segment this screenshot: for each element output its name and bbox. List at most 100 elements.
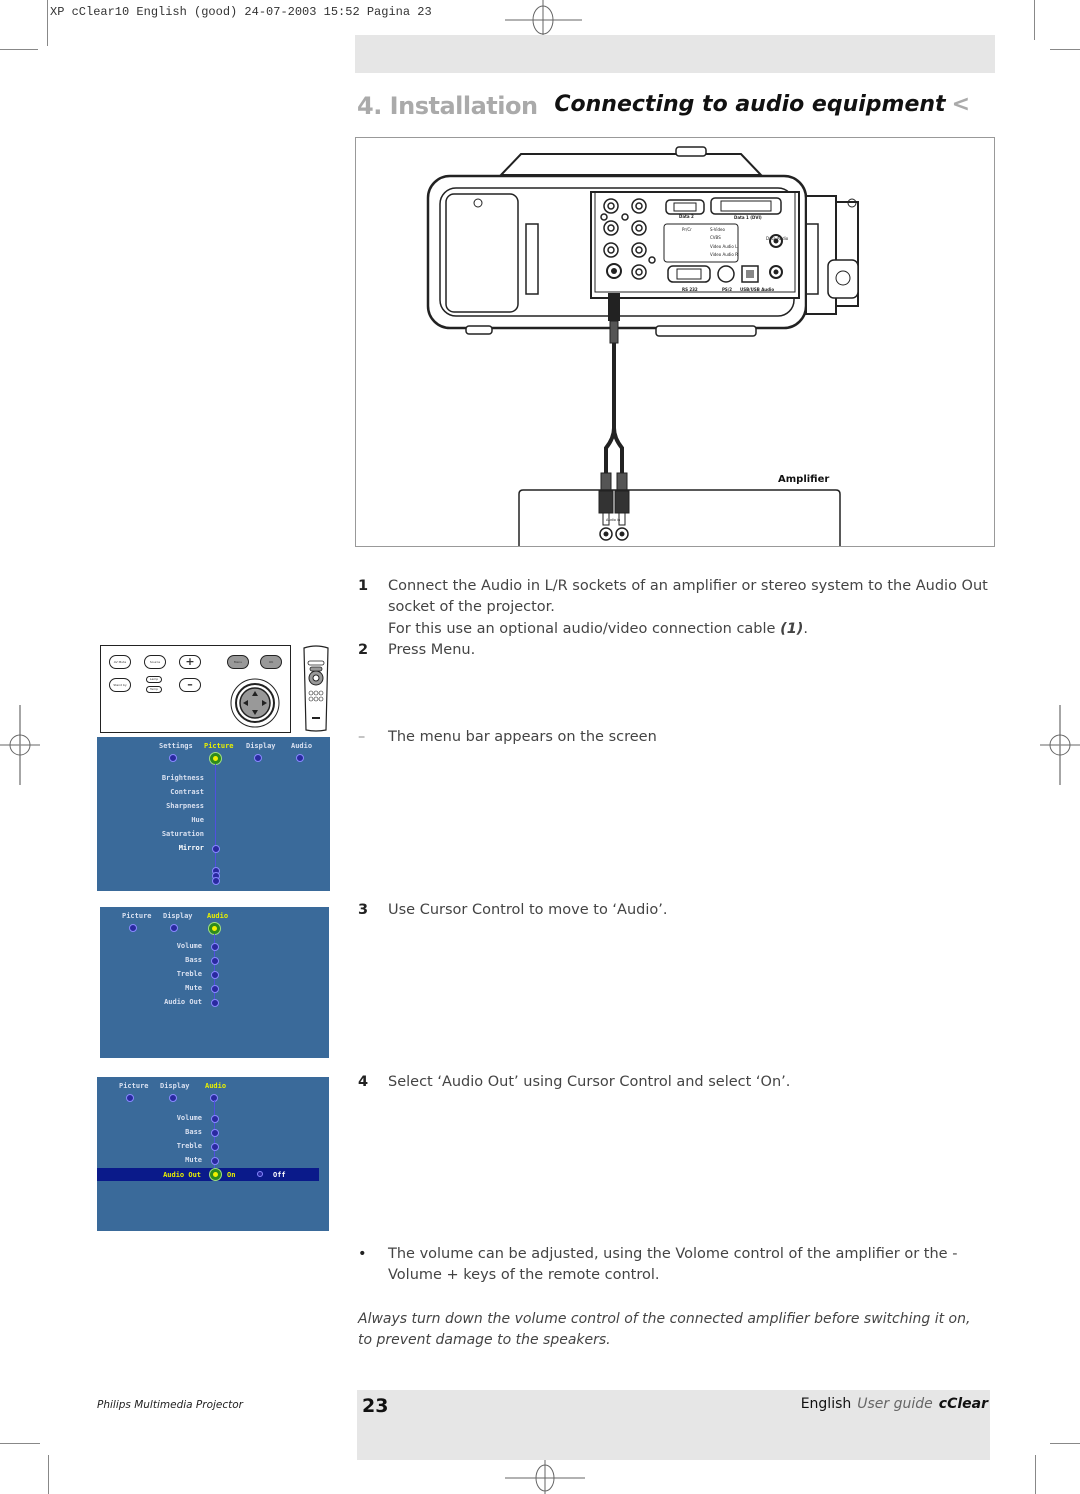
standby-button: Stand by [109,678,131,692]
osd-selected-item: Audio Out [163,1171,201,1179]
page-number: 23 [362,1395,389,1417]
step-2-result: – The menu bar appears on the screen [358,727,993,748]
bullet: • [358,1246,367,1262]
step-1: 1 Connect the Audio in L/R sockets of an… [358,576,993,618]
osd-scroll-dot [212,877,220,885]
menu-button: Menu [227,655,249,669]
label-video-audio-l: Video Audio L [710,244,738,249]
osd-item-dot [211,985,219,993]
remote-control-icon [303,645,329,732]
plus-button: + [179,655,201,669]
osd-item: Treble [176,970,202,978]
osd-menu-audio-out: Picture Display Audio Volume Bass Treble… [97,1077,329,1231]
projector-amplifier-illustration [426,146,859,546]
osd-tab-picture: Picture [204,742,234,750]
osd-item-dot [211,1157,219,1165]
osd-highlight-row: Audio Out On Off [97,1168,319,1181]
osd-item: Audio Out [164,998,202,1006]
osd-option-off: Off [273,1171,286,1179]
osd-option-dot [257,1171,263,1177]
step-dash: – [358,729,366,745]
source-button: Source [144,655,166,669]
amplifier-label: Amplifier [778,474,830,485]
osd-item-dot [211,1143,219,1151]
minus-button: – [179,678,201,692]
step-number: 2 [358,642,369,658]
step-text: The volume can be adjusted, using the Vo… [388,1246,958,1283]
cable-reference: (1) [780,621,804,637]
step-3: 3 Use Cursor Control to move to ‘Audio’. [358,900,993,921]
crop-mark [1034,0,1035,40]
volume-tip: • The volume can be adjusted, using the … [358,1244,978,1286]
step-text: Press Menu. [388,642,476,658]
osd-item-list: Volume Bass Treble Mute [97,1114,202,1170]
step-4: 4 Select ‘Audio Out’ using Cursor Contro… [358,1072,993,1093]
osd-menu-picture: Settings Picture Display Audio Brightnes… [97,737,330,891]
osd-tab-dot [169,1094,177,1102]
osd-item: Brightness [161,774,204,782]
crop-mark [48,1455,49,1494]
osd-item: Bass [185,956,202,964]
footer-guide-title: English User guide cClear [801,1396,988,1412]
warning-note: Always turn down the volume control of t… [358,1311,971,1348]
label-pr-cr: Pr/Cr [682,227,692,232]
label-s-video: S-Video [710,227,725,232]
page-title: Connecting to audio equipment < [554,92,970,117]
step-text: Use Cursor Control to move to ‘Audio’. [388,902,668,918]
osd-item-list: Brightness Contrast Sharpness Hue Satura… [97,774,204,854]
footer-language: English [800,1396,852,1412]
osd-item: Mute [185,1156,202,1164]
step-text: Select ‘Audio Out’ using Cursor Control … [388,1074,791,1090]
osd-item-dot [211,943,219,951]
osd-item-dot [211,1115,219,1123]
section-title: 4. Installation [357,92,538,120]
osd-tab-dot [254,754,262,762]
step-1-note: For this use an optional audio/video con… [358,619,993,640]
osd-item: Hue [191,816,204,824]
osd-tab-display: Display [246,742,276,750]
osd-item-dot [211,971,219,979]
cursor-control-icon [230,678,280,728]
crop-mark [1035,1455,1036,1494]
osd-tab-dot [170,924,178,932]
osd-tab-dot [169,754,177,762]
osd-item-list: Volume Bass Treble Mute Audio Out [100,942,202,1012]
label-ps2: PS/2 [722,287,733,292]
step-text: The menu bar appears on the screen [388,729,657,745]
osd-item: Mirror [178,844,204,852]
osd-tab-audio: Audio [205,1082,227,1090]
osd-item-dot [211,999,219,1007]
title-marker: < [951,92,970,117]
osd-tab-audio: Audio [291,742,313,750]
osd-vertical-line [215,764,216,877]
footer-brand: cClear [938,1396,988,1412]
step-note-text: For this use an optional audio/video con… [388,621,776,637]
osd-item-dot [211,957,219,965]
osd-item: Volume [176,942,202,950]
label-data2: Data 2 [679,214,694,219]
step-text: For this use an optional audio/video con… [388,619,993,640]
temp-indicator: Temp [146,686,162,693]
osd-selected-indicator-icon [209,1168,222,1181]
lamp-indicator: Lamp [146,676,162,683]
registration-mark-icon [505,1460,585,1494]
print-slug: XP cClear10 English (good) 24-07-2003 15… [50,5,432,19]
osd-menu-audio: Picture Display Audio Volume Bass Treble… [100,907,329,1058]
amplifier-input-label: Audio in [606,518,621,522]
osd-tab-settings: Settings [159,742,193,750]
header-bar [355,35,995,73]
osd-item: Contrast [170,788,204,796]
osd-tab-dot [126,1094,134,1102]
av-mute-button: AV Mute [109,655,131,669]
footer-product-name: Philips Multimedia Projector [97,1399,244,1411]
osd-tab-picture: Picture [122,912,152,920]
osd-item: Mute [185,984,202,992]
footer-guide: User guide [857,1396,933,1412]
osd-tab-picture: Picture [119,1082,149,1090]
connection-diagram: Data 2 Data 1 (DVI) Pr/Cr S-Video CVBS V… [355,137,995,547]
step-number: 1 [358,578,369,594]
osd-item-dot [211,1129,219,1137]
registration-mark-icon [0,705,40,785]
step-text: Connect the Audio in L/R sockets of an a… [388,578,988,615]
osd-tab-dot [129,924,137,932]
